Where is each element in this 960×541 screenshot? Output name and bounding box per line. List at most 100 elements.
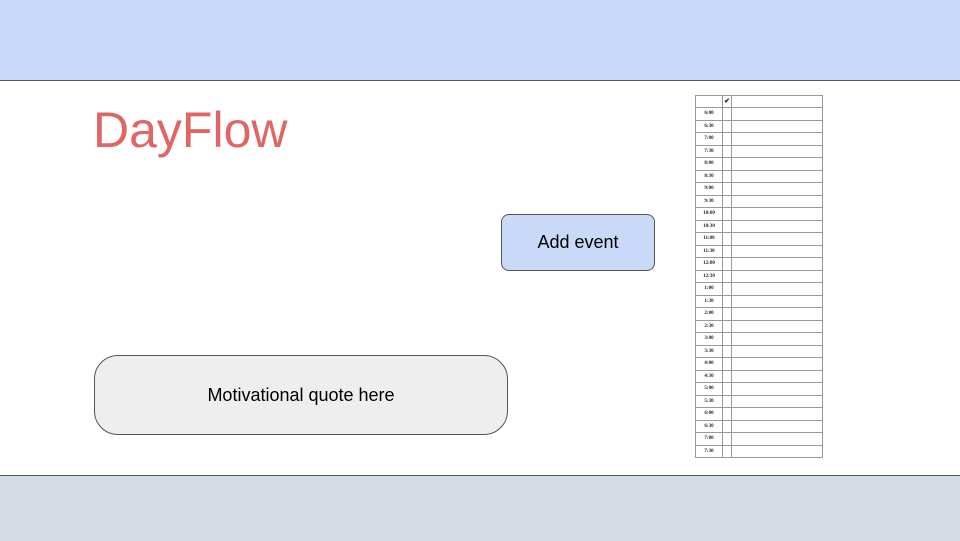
schedule-row: 11:30 <box>695 244 823 258</box>
slot-checkbox[interactable] <box>722 444 732 458</box>
slot-event-cell[interactable] <box>731 319 823 333</box>
slot-checkbox[interactable] <box>722 407 732 421</box>
schedule-row: 9:30 <box>695 194 823 208</box>
slot-event-cell[interactable] <box>731 232 823 246</box>
schedule-row: 4:30 <box>695 369 823 383</box>
slot-event-cell[interactable] <box>731 244 823 258</box>
slot-event-cell[interactable] <box>731 119 823 133</box>
slot-event-cell[interactable] <box>731 257 823 271</box>
slot-checkbox[interactable] <box>722 144 732 158</box>
slot-event-cell[interactable] <box>731 294 823 308</box>
time-slot-label: 5:00 <box>695 382 723 396</box>
time-slot-label: 6:00 <box>695 407 723 421</box>
slot-checkbox[interactable] <box>722 182 732 196</box>
slot-checkbox[interactable] <box>722 307 732 321</box>
slot-event-cell[interactable] <box>731 219 823 233</box>
slot-event-cell[interactable] <box>731 269 823 283</box>
slot-checkbox[interactable] <box>722 157 732 171</box>
slot-event-cell[interactable] <box>731 132 823 146</box>
schedule-row: 3:00 <box>695 332 823 346</box>
time-slot-label: 6:30 <box>695 419 723 433</box>
slot-event-cell[interactable] <box>731 107 823 121</box>
time-slot-label: 1:30 <box>695 294 723 308</box>
slot-checkbox[interactable] <box>722 119 732 133</box>
schedule-row: 3:30 <box>695 344 823 358</box>
slot-event-cell[interactable] <box>731 194 823 208</box>
time-slot-label: 11:30 <box>695 244 723 258</box>
schedule-row: 7:30 <box>695 444 823 458</box>
slot-checkbox[interactable] <box>722 369 732 383</box>
slot-checkbox[interactable] <box>722 132 732 146</box>
schedule-row: 10:30 <box>695 219 823 233</box>
slot-event-cell[interactable] <box>731 182 823 196</box>
app-title: DayFlow <box>93 102 288 158</box>
time-slot-label: 6:30 <box>695 119 723 133</box>
slot-checkbox[interactable] <box>722 219 732 233</box>
slot-checkbox[interactable] <box>722 269 732 283</box>
time-slot-label: 2:00 <box>695 307 723 321</box>
slot-checkbox[interactable] <box>722 207 732 221</box>
time-slot-label: 6:00 <box>695 107 723 121</box>
time-slot-label: 5:30 <box>695 394 723 408</box>
slot-event-cell[interactable] <box>731 394 823 408</box>
slot-checkbox[interactable] <box>722 194 732 208</box>
time-slot-label: 10:30 <box>695 219 723 233</box>
slot-event-cell[interactable] <box>731 382 823 396</box>
slot-checkbox[interactable] <box>722 357 732 371</box>
schedule-row: 11:00 <box>695 232 823 246</box>
slot-checkbox[interactable] <box>722 382 732 396</box>
slot-event-cell[interactable] <box>731 332 823 346</box>
slot-checkbox[interactable] <box>722 432 732 446</box>
slot-event-cell[interactable] <box>731 169 823 183</box>
time-slot-label: 7:00 <box>695 132 723 146</box>
quote-text: Motivational quote here <box>207 384 395 405</box>
schedule-row: 6:30 <box>695 119 823 133</box>
slot-event-cell[interactable] <box>731 144 823 158</box>
slot-checkbox[interactable] <box>722 332 732 346</box>
slot-event-cell[interactable] <box>731 419 823 433</box>
schedule-header-row: ✔ <box>695 95 823 108</box>
schedule-row: 7:30 <box>695 144 823 158</box>
slot-checkbox[interactable] <box>722 419 732 433</box>
slot-checkbox[interactable] <box>722 344 732 358</box>
time-slot-label: 7:30 <box>695 144 723 158</box>
schedule-row: 5:00 <box>695 382 823 396</box>
slot-checkbox[interactable] <box>722 294 732 308</box>
time-slot-label: 8:30 <box>695 169 723 183</box>
schedule-row: 1:00 <box>695 282 823 296</box>
slot-event-cell[interactable] <box>731 344 823 358</box>
slot-checkbox[interactable] <box>722 169 732 183</box>
slot-checkbox[interactable] <box>722 319 732 333</box>
slot-event-cell[interactable] <box>731 307 823 321</box>
slot-checkbox[interactable] <box>722 107 732 121</box>
check-header-icon: ✔ <box>722 95 732 108</box>
schedule-row: 2:00 <box>695 307 823 321</box>
slot-event-cell[interactable] <box>731 207 823 221</box>
schedule-row: 12:30 <box>695 269 823 283</box>
time-slot-label: 4:30 <box>695 369 723 383</box>
slot-checkbox[interactable] <box>722 282 732 296</box>
slot-event-cell[interactable] <box>731 157 823 171</box>
schedule-table: ✔ 6:00 6:30 7:00 7:30 8:00 8:30 9:00 9:30 10:00 1… <box>695 95 823 460</box>
slot-event-cell[interactable] <box>731 369 823 383</box>
schedule-row: 10:00 <box>695 207 823 221</box>
schedule-row: 2:30 <box>695 319 823 333</box>
motivational-quote-box: Motivational quote here <box>94 355 508 435</box>
time-slot-label: 12:00 <box>695 257 723 271</box>
slot-checkbox[interactable] <box>722 244 732 258</box>
schedule-row: 8:00 <box>695 157 823 171</box>
slot-checkbox[interactable] <box>722 257 732 271</box>
slot-checkbox[interactable] <box>722 232 732 246</box>
slot-event-cell[interactable] <box>731 282 823 296</box>
slot-event-cell[interactable] <box>731 357 823 371</box>
slot-event-cell[interactable] <box>731 432 823 446</box>
schedule-row: 4:00 <box>695 357 823 371</box>
slot-checkbox[interactable] <box>722 394 732 408</box>
schedule-row: 1:30 <box>695 294 823 308</box>
slot-event-cell[interactable] <box>731 407 823 421</box>
slot-event-cell[interactable] <box>731 444 823 458</box>
footer-band <box>0 475 960 541</box>
schedule-row: 6:30 <box>695 419 823 433</box>
add-event-button[interactable]: Add event <box>501 214 655 271</box>
header-event-cell <box>731 95 823 108</box>
